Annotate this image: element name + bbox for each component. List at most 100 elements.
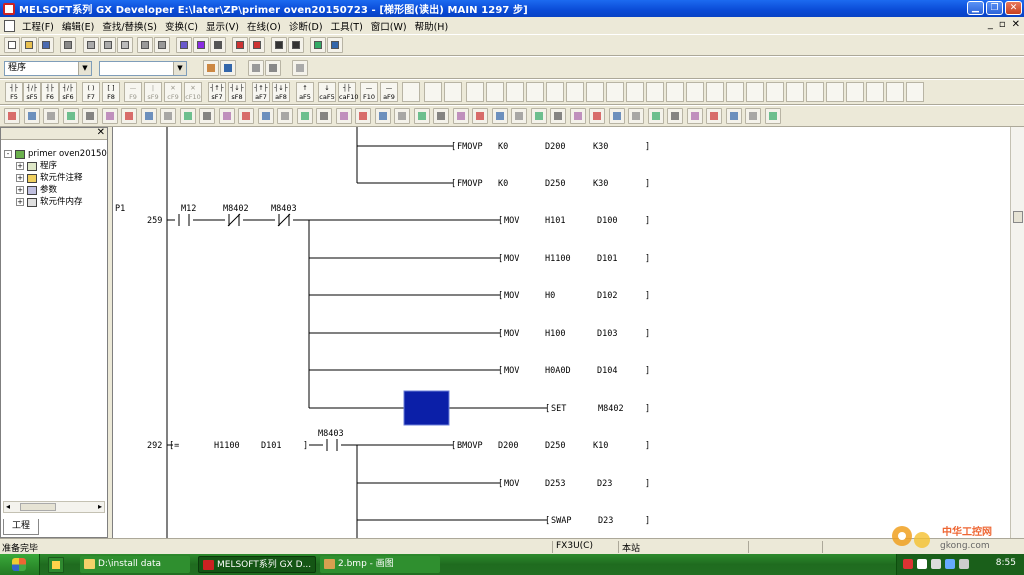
close-icon[interactable]: ✕ xyxy=(97,127,105,138)
secondary-select[interactable]: ▼ xyxy=(99,61,187,76)
monitor-icon[interactable] xyxy=(232,37,248,53)
tool-button-icon[interactable] xyxy=(569,108,586,124)
tool-button-icon[interactable] xyxy=(647,108,664,124)
print-icon[interactable] xyxy=(60,37,76,53)
ladder-tool-disabled[interactable] xyxy=(886,82,904,102)
instruction-mov[interactable]: [MOV H0A0D D104] xyxy=(498,366,650,376)
instruction-mov[interactable]: [MOV H1100 D101] xyxy=(498,254,650,264)
tool-button-icon[interactable] xyxy=(160,108,176,124)
menu-find-replace[interactable]: 查找/替换(S) xyxy=(98,19,161,33)
menu-window[interactable]: 窗口(W) xyxy=(367,19,411,33)
tool-button-icon[interactable] xyxy=(199,108,215,124)
ladder-tool-disabled[interactable] xyxy=(646,82,664,102)
ladder-tool-af7[interactable]: ┤↑├ aF7 xyxy=(252,82,270,102)
redo-icon[interactable] xyxy=(154,37,170,53)
instruction-fmovp[interactable]: [FMOVP K0 D250 K30] xyxy=(451,179,650,189)
tool-button-icon[interactable] xyxy=(589,108,605,124)
scroll-thumb[interactable] xyxy=(1013,211,1023,223)
ladder-tool-disabled[interactable] xyxy=(486,82,504,102)
ladder-tool-disabled[interactable] xyxy=(546,82,564,102)
task-gx-developer[interactable]: MELSOFT系列 GX D... xyxy=(198,556,316,573)
network-icon[interactable] xyxy=(917,559,927,569)
ladder-tool-disabled[interactable] xyxy=(746,82,764,102)
ladder-tool-disabled[interactable] xyxy=(686,82,704,102)
expand-icon[interactable]: + xyxy=(16,162,24,170)
ladder-tool-f8[interactable]: [ ] F8 xyxy=(102,82,120,102)
contact-m8403-no[interactable] xyxy=(323,439,341,451)
list-view-icon[interactable] xyxy=(327,37,343,53)
tool-button-icon[interactable] xyxy=(550,108,566,124)
save-icon[interactable] xyxy=(38,37,54,53)
tool-button-icon[interactable] xyxy=(62,108,79,124)
ladder-tool-disabled[interactable] xyxy=(726,82,744,102)
tool-button-icon[interactable] xyxy=(335,108,352,124)
ladder-tool-disabled[interactable] xyxy=(444,82,462,102)
chevron-down-icon[interactable]: ▼ xyxy=(78,62,91,75)
ladder-view-icon[interactable] xyxy=(310,37,326,53)
ladder-tool-f9[interactable]: — F9 xyxy=(124,82,142,102)
tool-button-icon[interactable] xyxy=(355,108,371,124)
tool-button-icon[interactable] xyxy=(745,108,761,124)
ladder-tool-disabled[interactable] xyxy=(866,82,884,102)
ladder-tool-disabled[interactable] xyxy=(906,82,924,102)
instruction-fmovp[interactable]: [FMOVP K0 D200 K30] xyxy=(451,142,650,152)
copy-icon[interactable] xyxy=(100,37,116,53)
tool-button-icon[interactable] xyxy=(179,108,196,124)
tool-button-icon[interactable] xyxy=(686,108,703,124)
ladder-tool-sf6[interactable]: ┤/├ sF6 xyxy=(59,82,77,102)
comment-icon[interactable] xyxy=(248,60,264,76)
mdi-close-icon[interactable]: ✕ xyxy=(1012,19,1020,30)
ladder-tool-sf7[interactable]: ┤↑├ sF7 xyxy=(208,82,226,102)
tool-button-icon[interactable] xyxy=(764,108,781,124)
find-icon[interactable] xyxy=(176,37,192,53)
tree-item-device-comment[interactable]: + 软元件注释 xyxy=(4,172,107,184)
find-instruction-icon[interactable] xyxy=(210,37,226,53)
menu-project[interactable]: 工程(F) xyxy=(18,19,58,33)
ladder-tool-disabled[interactable] xyxy=(806,82,824,102)
ladder-tool-cf10[interactable]: ✕ cF10 xyxy=(184,82,202,102)
vertical-scrollbar[interactable] xyxy=(1010,127,1024,538)
ladder-tool-disabled[interactable] xyxy=(606,82,624,102)
undo-icon[interactable] xyxy=(137,37,153,53)
sogou-icon[interactable] xyxy=(903,559,913,569)
program-select[interactable]: 程序 ▼ xyxy=(4,61,92,76)
ladder-tool-af5[interactable]: ↑ aF5 xyxy=(296,82,314,102)
tool-button-icon[interactable] xyxy=(706,108,722,124)
mdi-minimize-icon[interactable]: _ xyxy=(988,19,993,30)
ladder-tool-f7[interactable]: ( ) F7 xyxy=(82,82,100,102)
ladder-tool-sf9[interactable]: | sF9 xyxy=(144,82,162,102)
expand-icon[interactable]: + xyxy=(16,198,24,206)
tree-item-parameter[interactable]: + 参数 xyxy=(4,184,107,196)
paste-icon[interactable] xyxy=(117,37,133,53)
ladder-tool-disabled[interactable] xyxy=(706,82,724,102)
minimize-button[interactable]: ▁ xyxy=(967,1,984,15)
tree-item-project[interactable]: - primer oven20150 xyxy=(4,148,107,160)
tool-button-icon[interactable] xyxy=(238,108,254,124)
ladder-tool-f5[interactable]: ┤├ F5 xyxy=(5,82,23,102)
ladder-tool-disabled[interactable] xyxy=(766,82,784,102)
tool-button-icon[interactable] xyxy=(296,108,313,124)
collapse-icon[interactable]: - xyxy=(4,150,12,158)
tool-button-icon[interactable] xyxy=(43,108,59,124)
show-desktop-icon[interactable] xyxy=(48,557,64,573)
ladder-diagram[interactable]: P1 259 292 M12 M8402 M8403 M8403 [= H110… xyxy=(113,127,1011,538)
scroll-thumb[interactable] xyxy=(20,503,56,511)
menu-help[interactable]: 帮助(H) xyxy=(411,19,453,33)
find-device-icon[interactable] xyxy=(193,37,209,53)
tool-button-icon[interactable] xyxy=(530,108,547,124)
tool-button-icon[interactable] xyxy=(491,108,508,124)
ladder-tool-disabled[interactable] xyxy=(786,82,804,102)
tool-button-icon[interactable] xyxy=(433,108,449,124)
tool-button-icon[interactable] xyxy=(667,108,683,124)
program-list-icon[interactable] xyxy=(203,60,219,76)
tool-button-icon[interactable] xyxy=(101,108,118,124)
contact-m8402[interactable] xyxy=(225,213,243,227)
tool-button-icon[interactable] xyxy=(121,108,137,124)
tool-button-icon[interactable] xyxy=(277,108,293,124)
ladder-tool-f6[interactable]: ┤├ F6 xyxy=(41,82,59,102)
tool-button-icon[interactable] xyxy=(23,108,40,124)
menu-tools[interactable]: 工具(T) xyxy=(327,19,367,33)
task-explorer[interactable]: D:\install data xyxy=(80,556,190,573)
volume-icon[interactable] xyxy=(931,559,941,569)
ladder-tool-disabled[interactable] xyxy=(526,82,544,102)
